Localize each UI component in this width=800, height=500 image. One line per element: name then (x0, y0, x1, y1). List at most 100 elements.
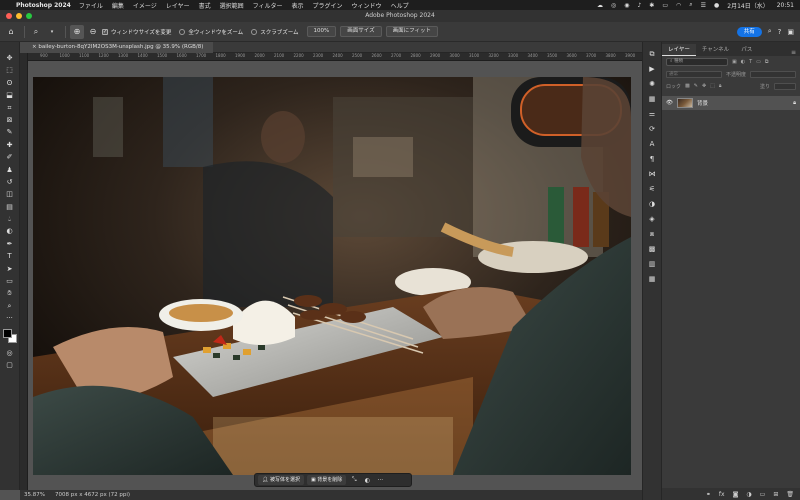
more-options-icon[interactable]: ··· (375, 477, 385, 484)
zoom-out-icon[interactable]: ⊖ (86, 25, 100, 39)
pen-tool-icon[interactable]: ✒ (3, 238, 17, 250)
close-window-button[interactable] (6, 13, 12, 19)
navigator-icon[interactable]: ▦ (646, 93, 658, 106)
link-icon[interactable]: ⚭ (706, 491, 711, 498)
layer-row[interactable]: 👁︎ 背景 🔒︎ (662, 96, 800, 110)
menu-image[interactable]: イメージ (133, 1, 157, 10)
blend-mode-select[interactable]: 通常 (666, 70, 722, 78)
document-tab[interactable]: × bailey-burton-8qY2IM2OS3M-unsplash.jpg… (20, 42, 214, 53)
eye-icon[interactable]: 👁︎ (666, 100, 673, 106)
path-select-tool-icon[interactable]: ➤ (3, 263, 17, 275)
record-icon[interactable]: ◉ (624, 2, 629, 9)
brush-tool-icon[interactable]: ✐ (3, 151, 17, 163)
fit-screen-button[interactable]: 画面サイズ (340, 26, 382, 37)
lock-paint-icon[interactable]: ✎ (694, 83, 698, 89)
filter-image-icon[interactable]: ▣ (732, 59, 737, 65)
libraries-icon[interactable]: ⧉ (646, 48, 658, 61)
chevron-down-icon[interactable]: ▾ (45, 25, 59, 39)
frame-tool-icon[interactable]: ⊠ (3, 114, 17, 126)
sliders-icon[interactable]: ⚌ (646, 108, 658, 121)
wifi-icon[interactable]: ◠ (676, 2, 681, 9)
panel-menu-icon[interactable]: ≡ (791, 49, 800, 56)
zoom-tool-icon[interactable]: ⌕ (29, 25, 43, 39)
document-info[interactable]: 7008 px x 4672 px (72 ppi) (55, 490, 130, 500)
battery-icon[interactable]: ▭ (662, 2, 668, 9)
select-subject-button[interactable]: 👤︎ 被写体を選択 (258, 475, 304, 485)
menu-window[interactable]: ウィンドウ (352, 1, 382, 10)
document-canvas[interactable] (28, 61, 642, 490)
brush-settings-icon[interactable]: ⋈ (646, 168, 658, 181)
tab-layers[interactable]: レイヤー (662, 44, 696, 56)
history-brush-icon[interactable]: ↺ (3, 176, 17, 188)
control-center-icon[interactable]: ☰ (701, 2, 706, 9)
scrubby-zoom-option[interactable]: スクラブズーム (251, 28, 299, 36)
all-windows-option[interactable]: 全ウィンドウをズーム (179, 28, 243, 36)
bluetooth-icon[interactable]: ✱ (649, 2, 654, 9)
screen-mode-icon[interactable]: ▢ (3, 359, 17, 371)
maximize-window-button[interactable] (26, 13, 32, 19)
creative-cloud-icon[interactable]: ◎ (611, 2, 616, 9)
play-icon[interactable]: ▶ (646, 63, 658, 76)
help-icon[interactable]: ? (778, 28, 782, 36)
marquee-tool-icon[interactable]: ⬚ (3, 64, 17, 76)
horizontal-ruler[interactable]: 900 1000 1100 1200 1300 1400 1500 1600 1700 1800 1… (28, 53, 642, 61)
gradient-icon[interactable]: ▥ (646, 258, 658, 271)
remove-background-button[interactable]: ▣ 背景を削除 (306, 475, 347, 485)
move-tool-icon[interactable]: ✥ (3, 52, 17, 64)
more-tools-icon[interactable]: ··· (3, 312, 17, 324)
layer-name[interactable]: 背景 (697, 99, 708, 107)
character-icon[interactable]: A (646, 138, 658, 151)
filter-smart-icon[interactable]: ⧉ (765, 59, 769, 65)
tab-channels[interactable]: チャンネル (696, 44, 735, 56)
quick-mask-icon[interactable]: ◎ (3, 347, 17, 359)
lasso-tool-icon[interactable]: ʘ (3, 77, 17, 89)
transform-icon[interactable]: ⟳ (646, 123, 658, 136)
shape-tool-icon[interactable]: ▭ (3, 275, 17, 287)
lock-move-icon[interactable]: ✥ (702, 83, 706, 89)
layer-thumbnail[interactable] (676, 98, 693, 108)
menu-select[interactable]: 選択範囲 (220, 1, 244, 10)
zoom-tool-icon[interactable]: ⌕ (3, 300, 17, 312)
gradient-tool-icon[interactable]: ▤ (3, 201, 17, 213)
mask-icon[interactable]: ◙ (733, 491, 739, 498)
styles-icon[interactable]: ◈ (646, 213, 658, 226)
tab-paths[interactable]: パス (735, 44, 758, 56)
filter-type-icon[interactable]: T (749, 59, 752, 65)
adjustments-icon[interactable]: ◑ (646, 198, 658, 211)
home-icon[interactable]: ⌂ (4, 25, 18, 39)
share-button[interactable]: 共有 (736, 26, 762, 37)
resize-window-checkbox[interactable]: ✓ ウィンドウサイズを変更 (102, 28, 171, 36)
menu-type[interactable]: 書式 (199, 1, 211, 10)
search-icon[interactable]: ⌕ (689, 1, 692, 9)
menu-help[interactable]: ヘルプ (391, 1, 409, 10)
opacity-field[interactable] (750, 70, 796, 78)
transform-icon[interactable]: ⤡ (349, 476, 359, 484)
blur-tool-icon[interactable]: 💧︎ (3, 213, 17, 225)
menu-view[interactable]: 表示 (292, 1, 304, 10)
eyedropper-tool-icon[interactable]: ✎ (3, 126, 17, 138)
siri-icon[interactable]: ● (714, 2, 719, 9)
lock-icon[interactable]: 🔒︎ (793, 100, 796, 107)
channels-icon[interactable]: ⧈ (646, 228, 658, 241)
type-tool-icon[interactable]: T (3, 250, 17, 262)
color-swatches[interactable] (2, 328, 17, 343)
patterns-icon[interactable]: ▦ (646, 273, 658, 286)
object-select-tool-icon[interactable]: ⬓ (3, 89, 17, 101)
menu-filter[interactable]: フィルター (253, 1, 283, 10)
lock-all-icon[interactable]: 🔒︎ (719, 83, 722, 89)
properties-icon[interactable]: ⚟ (646, 183, 658, 196)
hand-tool-icon[interactable]: ✋︎ (3, 287, 17, 299)
zoom-100-button[interactable]: 100% (306, 26, 337, 37)
adjust-icon[interactable]: ◐ (362, 477, 372, 484)
eraser-tool-icon[interactable]: ◫ (3, 188, 17, 200)
filter-adjust-icon[interactable]: ◐ (741, 59, 745, 65)
menubar-date[interactable]: 2月14日（水） (727, 1, 768, 10)
new-layer-icon[interactable]: ⊞ (773, 491, 778, 498)
workspace-icon[interactable]: ▣ (787, 28, 794, 36)
fx-icon[interactable]: fx (719, 491, 725, 498)
filter-shape-icon[interactable]: ▭ (756, 59, 761, 65)
cloud-icon[interactable]: ☁ (597, 2, 603, 9)
menu-layer[interactable]: レイヤー (166, 1, 190, 10)
zoom-level[interactable]: 35.87% (24, 490, 45, 500)
app-menu[interactable]: Photoshop 2024 (16, 2, 71, 9)
